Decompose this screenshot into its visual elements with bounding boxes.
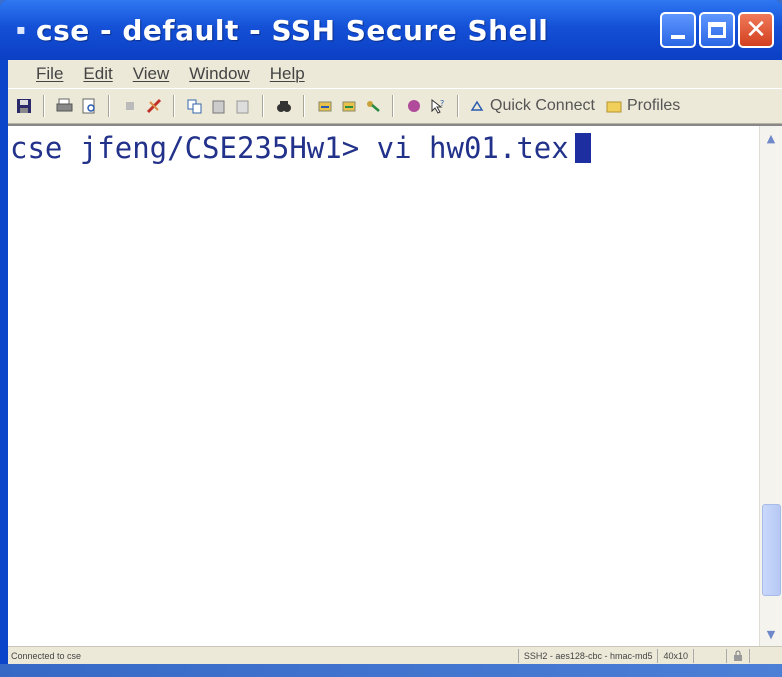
profiles-label: Profiles [626,97,681,114]
terminal-cursor [574,133,591,163]
toolbar-separator [262,95,264,117]
vertical-scrollbar[interactable]: ▲ ▼ [759,126,782,646]
menu-help[interactable]: Help [270,64,305,84]
minimize-button[interactable] [660,12,696,48]
help-icon[interactable]: ? [428,97,447,115]
sftp-icon[interactable] [315,97,334,115]
status-cell-empty [693,649,726,663]
disconnect-icon[interactable] [144,97,163,115]
client-area: File Edit View Window Help ? Quick Conne… [8,60,782,664]
window-title: cse - default - SSH Secure Shell [36,13,549,47]
resize-grip-icon[interactable] [749,649,782,663]
find-icon[interactable] [274,97,293,115]
toolbar-separator [173,95,175,117]
print-icon[interactable] [55,97,74,115]
scroll-thumb[interactable] [762,504,781,596]
print-preview-icon[interactable] [79,97,98,115]
status-bar: Connected to cse SSH2 - aes128-cbc - hma… [8,646,782,664]
window-controls: ✕ [660,12,774,48]
scroll-up-arrow-icon[interactable]: ▲ [760,128,782,148]
folder-icon [606,101,622,113]
paste-special-icon[interactable] [233,97,252,115]
maximize-icon [708,22,726,38]
connection-status: Connected to cse [11,651,82,661]
toolbar: ? Quick Connect Profiles [8,88,782,124]
keys-icon[interactable] [363,97,382,115]
maximize-button[interactable] [699,12,735,48]
menu-edit[interactable]: Edit [83,64,112,84]
toolbar-separator [303,95,305,117]
connect-icon[interactable] [404,97,423,115]
title-bar[interactable]: ▪ cse - default - SSH Secure Shell ✕ [0,0,782,60]
terminal-command: vi hw01.tex [376,131,569,165]
sftp2-icon[interactable] [339,97,358,115]
svg-text:?: ? [440,99,444,108]
terminal-area[interactable]: cse jfeng/CSE235Hw1> vi hw01.tex ▲ ▼ [8,124,782,646]
terminal-size: 40x10 [657,649,693,663]
quick-connect-label: Quick Connect [490,97,595,114]
desktop-background [0,664,782,677]
toolbar-separator [108,95,110,117]
menu-bar: File Edit View Window Help [8,60,782,88]
lock-icon [726,649,749,663]
menu-view[interactable]: View [133,64,170,84]
terminal-prompt: cse jfeng/CSE235Hw1> [10,131,360,165]
ssh-window: ▪ cse - default - SSH Secure Shell ✕ Fil… [0,0,782,664]
profiles-button[interactable]: Profiles [606,97,680,115]
settings-icon[interactable] [120,97,139,115]
menu-file[interactable]: File [36,64,63,84]
quick-connect-icon [470,100,484,111]
menu-window[interactable]: Window [189,64,249,84]
close-icon: ✕ [745,15,767,45]
toolbar-separator [392,95,394,117]
minimize-icon [671,35,685,39]
cipher-info: SSH2 - aes128-cbc - hmac-md5 [517,649,658,663]
ssh-app-icon[interactable]: ▪ [14,23,28,37]
copy-icon[interactable] [185,97,204,115]
close-button[interactable]: ✕ [738,12,774,48]
terminal-line: cse jfeng/CSE235Hw1> vi hw01.tex [10,131,591,165]
paste-icon[interactable] [209,97,228,115]
toolbar-separator [457,95,459,117]
toolbar-separator [43,95,45,117]
save-icon[interactable] [14,97,33,115]
quick-connect-button[interactable]: Quick Connect [469,97,595,115]
scroll-down-arrow-icon[interactable]: ▼ [760,624,782,644]
